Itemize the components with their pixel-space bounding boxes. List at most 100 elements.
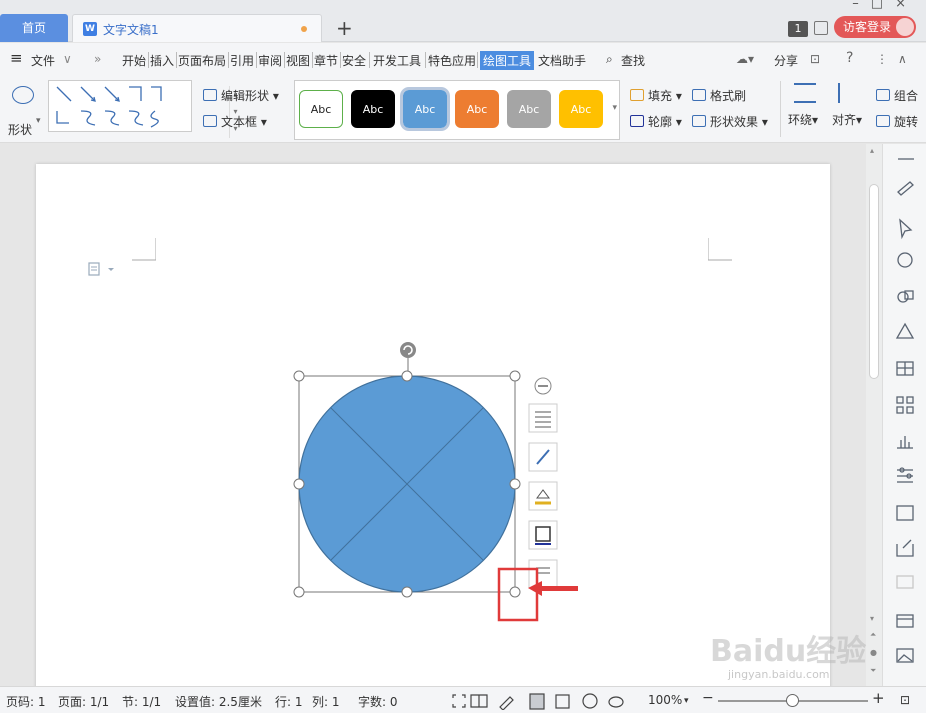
document-canvas[interactable]: [0, 144, 866, 686]
chevron-down-icon[interactable]: ▾: [36, 116, 41, 126]
zoom-dropdown-icon[interactable]: ▾: [684, 696, 689, 706]
tab-start[interactable]: 开始: [122, 52, 146, 69]
status-word-count[interactable]: 字数: 0: [358, 693, 398, 710]
search-icon[interactable]: ⌕: [606, 52, 613, 67]
status-row[interactable]: 行: 1: [275, 693, 303, 710]
reading-view-icon[interactable]: [470, 694, 488, 708]
chevron-double-right-icon[interactable]: »: [94, 52, 101, 66]
status-pages[interactable]: 页面: 1/1: [58, 693, 109, 710]
edit-view-icon[interactable]: [499, 696, 514, 710]
apps-grid-icon[interactable]: [896, 396, 914, 414]
eye-protection-icon[interactable]: [608, 696, 624, 708]
shape-style-brush-icon[interactable]: [528, 442, 558, 472]
layers-icon[interactable]: [895, 322, 915, 339]
resize-handle[interactable]: [293, 370, 305, 382]
status-setting[interactable]: 设置值: 2.5厘米: [175, 693, 262, 710]
style-tile-blue[interactable]: Abc: [400, 87, 450, 131]
new-tab-button[interactable]: +: [336, 16, 353, 40]
zoom-level[interactable]: 100%: [648, 693, 682, 707]
tab-developer[interactable]: 开发工具: [373, 52, 421, 69]
style-tile-orange[interactable]: Abc: [455, 90, 499, 128]
style-tile-black[interactable]: Abc: [351, 90, 395, 128]
page-count-badge[interactable]: 1: [788, 21, 808, 37]
hamburger-menu-icon[interactable]: ≡: [10, 49, 23, 67]
resize-handle[interactable]: [293, 586, 305, 598]
scroll-up-icon[interactable]: ▴: [870, 146, 874, 155]
resize-handle[interactable]: [293, 478, 305, 490]
tab-references[interactable]: 引用: [230, 52, 254, 69]
select-cursor-icon[interactable]: [899, 218, 913, 240]
table-icon[interactable]: [896, 361, 914, 376]
resize-handle[interactable]: [401, 370, 413, 382]
style-tile-white[interactable]: Abc: [299, 90, 343, 128]
shape-effect-button[interactable]: 形状效果 ▾: [692, 113, 768, 130]
export-icon[interactable]: ⊡: [810, 52, 820, 66]
outline-view-icon[interactable]: [555, 694, 570, 709]
tab-drawing-tools[interactable]: 绘图工具: [480, 51, 535, 70]
window-controls[interactable]: –□×: [852, 0, 918, 11]
format-painter-button[interactable]: 格式刷: [692, 87, 746, 104]
share-button[interactable]: 分享: [774, 52, 798, 69]
fill-button[interactable]: 填充 ▾: [630, 87, 682, 104]
vertical-scrollbar[interactable]: ▴ ▾ ⏶ ● ⏷: [866, 144, 882, 686]
collapse-toolbar-icon[interactable]: [534, 377, 552, 395]
style-tile-gold[interactable]: Abc: [559, 90, 603, 128]
shapes-icon[interactable]: [897, 290, 914, 303]
align-button[interactable]: 对齐▾: [832, 83, 872, 128]
rotate-handle-icon[interactable]: [400, 342, 416, 358]
zoom-out-icon[interactable]: −: [702, 690, 714, 706]
resize-handle[interactable]: [509, 478, 521, 490]
textbox-button[interactable]: 文本框 ▾: [203, 113, 267, 130]
settings-sliders-icon[interactable]: [897, 467, 913, 483]
wrap-button[interactable]: 环绕▾: [788, 83, 828, 128]
tab-page-layout[interactable]: 页面布局: [178, 52, 226, 69]
share-out-icon[interactable]: [896, 539, 914, 557]
resize-handle[interactable]: [509, 370, 521, 382]
tab-document[interactable]: W 文字文稿1: [72, 14, 322, 42]
line-shape-gallery[interactable]: ▴ ▾ ▾: [48, 80, 238, 138]
cloud-sync-icon[interactable]: ☁▾: [736, 52, 754, 66]
zoom-slider-thumb[interactable]: [786, 694, 799, 707]
circle-shape[interactable]: [298, 375, 516, 593]
status-page-number[interactable]: 页码: 1: [6, 693, 46, 710]
layout-options-icon[interactable]: [528, 403, 558, 433]
pen-icon[interactable]: [897, 181, 914, 196]
tab-doc-assistant[interactable]: 文档助手: [538, 52, 586, 69]
tab-home[interactable]: 首页: [0, 14, 68, 42]
web-view-icon[interactable]: [582, 693, 598, 709]
resize-handle[interactable]: [401, 586, 413, 598]
gallery-more-icon[interactable]: ▾: [612, 103, 617, 113]
image-gallery-icon[interactable]: [896, 505, 914, 521]
tab-special[interactable]: 特色应用: [428, 52, 476, 69]
file-menu[interactable]: 文件: [31, 52, 55, 69]
more-icon[interactable]: ⋮: [876, 52, 888, 66]
outline-button[interactable]: 轮廓 ▾: [630, 113, 682, 130]
tab-security[interactable]: 安全: [342, 52, 366, 69]
tab-insert[interactable]: 插入: [150, 52, 174, 69]
group-button[interactable]: 组合: [876, 87, 918, 104]
search-label[interactable]: 查找: [621, 52, 645, 69]
close-icon[interactable]: ×: [895, 0, 918, 11]
shape-button[interactable]: 形状: [6, 83, 42, 139]
status-column[interactable]: 列: 1: [312, 693, 340, 710]
chevron-down-icon[interactable]: ∨: [63, 52, 72, 66]
bar-chart-icon[interactable]: [897, 436, 913, 449]
edit-shape-button[interactable]: 编辑形状 ▾: [203, 87, 279, 104]
maximize-icon[interactable]: □: [871, 0, 895, 11]
fit-page-icon[interactable]: ⊡: [900, 693, 910, 707]
tab-chapter[interactable]: 章节: [314, 52, 338, 69]
style-tile-gray[interactable]: Abc: [507, 90, 551, 128]
minimize-icon[interactable]: –: [852, 0, 871, 11]
zoom-in-icon[interactable]: +: [872, 689, 885, 707]
fill-bucket-icon[interactable]: [528, 481, 558, 511]
guest-login-button[interactable]: 访客登录: [834, 16, 916, 38]
page-view-icon[interactable]: [529, 693, 545, 710]
account-card-icon[interactable]: [814, 21, 828, 35]
badge-icon[interactable]: [897, 252, 913, 268]
shape-selection[interactable]: [290, 336, 530, 606]
outline-icon[interactable]: [528, 520, 558, 550]
tab-view[interactable]: 视图: [286, 52, 310, 69]
paragraph-options-icon[interactable]: [88, 262, 118, 278]
collapse-ribbon-icon[interactable]: ∧: [898, 52, 907, 66]
tab-review[interactable]: 审阅: [258, 52, 282, 69]
